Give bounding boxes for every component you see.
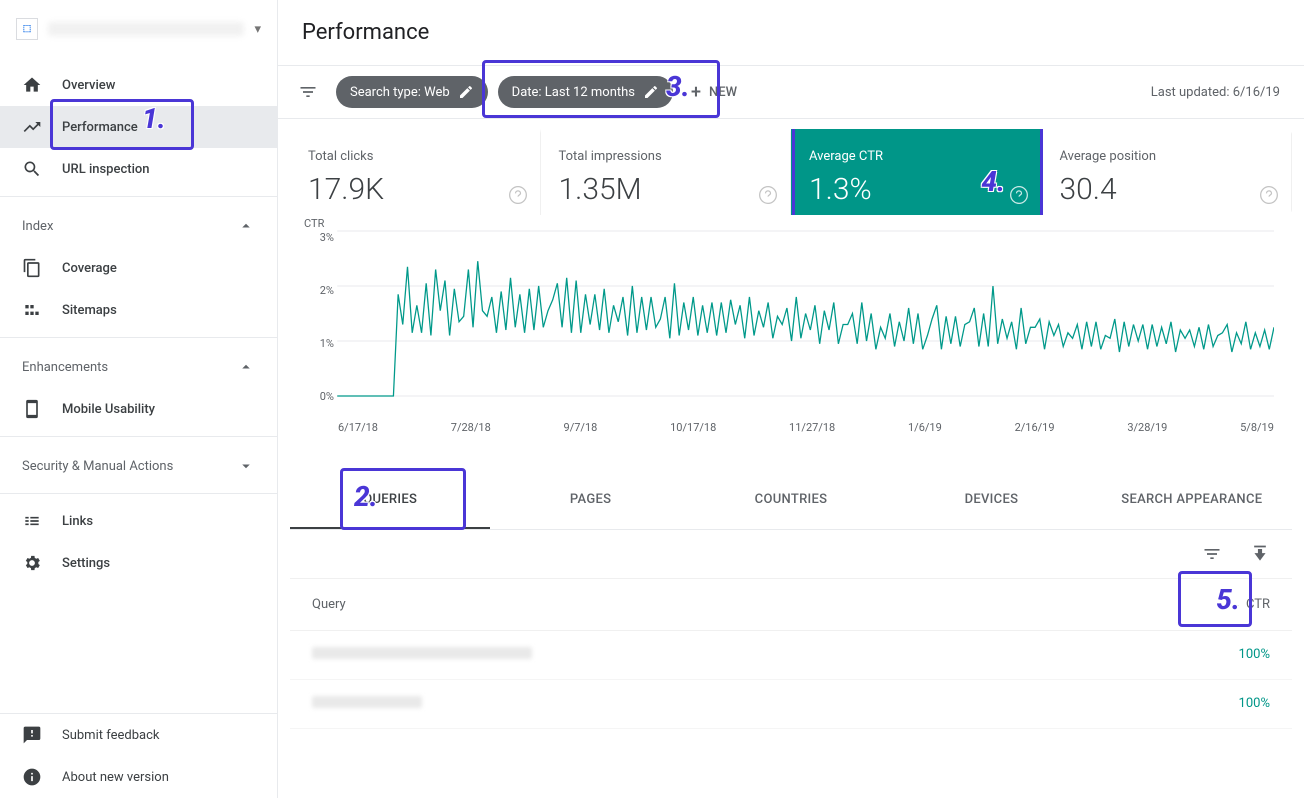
home-icon <box>22 75 42 95</box>
sidebar-item-feedback[interactable]: Submit feedback <box>0 714 277 756</box>
sidebar-item-label: URL inspection <box>62 162 150 177</box>
property-name-blurred <box>48 22 244 36</box>
tab-pages[interactable]: PAGES <box>490 472 690 529</box>
sidebar-item-label: Links <box>62 514 93 529</box>
metric-label: Average position <box>1060 149 1274 164</box>
metric-average-ctr[interactable]: Average CTR 1.3% <box>791 129 1042 215</box>
query-cell <box>312 696 1239 712</box>
feedback-icon <box>22 725 42 745</box>
table-row[interactable]: 100% <box>290 631 1292 680</box>
metric-label: Total impressions <box>559 149 773 164</box>
sidebar-item-links[interactable]: Links <box>0 500 277 542</box>
chip-date-range[interactable]: Date: Last 12 months <box>498 76 673 108</box>
filter-rows-icon[interactable] <box>1198 540 1226 568</box>
sidebar-item-label: Settings <box>62 556 110 571</box>
sidebar-item-label: Sitemaps <box>62 303 117 318</box>
sidebar-item-about[interactable]: About new version <box>0 756 277 798</box>
sidebar-item-settings[interactable]: Settings <box>0 542 277 584</box>
chevron-up-icon <box>237 217 255 235</box>
metric-total-impressions[interactable]: Total impressions 1.35M <box>541 129 792 215</box>
chart-y-axis-title: CTR <box>304 217 324 230</box>
sidebar-item-label: About new version <box>62 770 169 785</box>
metric-total-clicks[interactable]: Total clicks 17.9K <box>290 129 541 215</box>
sidebar-item-url-inspection[interactable]: URL inspection <box>0 148 277 190</box>
edit-icon <box>643 84 659 100</box>
query-cell <box>312 647 1239 663</box>
property-selector[interactable]: ⬚ ▾ <box>0 0 277 58</box>
sidebar-item-label: Performance <box>62 120 138 135</box>
last-updated: Last updated: 6/16/19 <box>1151 85 1292 100</box>
links-icon <box>22 511 42 531</box>
ctr-cell: 100% <box>1239 647 1270 663</box>
metric-value: 1.35M <box>559 172 773 207</box>
sidebar-item-label: Mobile Usability <box>62 402 155 417</box>
sort-desc-icon <box>1228 598 1242 612</box>
help-icon[interactable] <box>508 185 528 205</box>
table-header: Query CTR 5. <box>290 578 1292 631</box>
page-title: Performance <box>278 0 1304 65</box>
download-icon[interactable] <box>1246 540 1274 568</box>
sidebar-group-index[interactable]: Index <box>0 203 277 247</box>
sidebar-item-mobile-usability[interactable]: Mobile Usability <box>0 388 277 430</box>
chip-search-type[interactable]: Search type: Web <box>336 76 488 108</box>
column-query[interactable]: Query <box>312 597 1228 612</box>
phone-icon <box>22 399 42 419</box>
metric-label: Average CTR <box>809 149 1023 164</box>
help-icon[interactable] <box>758 185 778 205</box>
tab-devices[interactable]: DEVICES <box>891 472 1091 529</box>
gear-icon <box>22 553 42 573</box>
sidebar-item-coverage[interactable]: Coverage <box>0 247 277 289</box>
sidebar-item-sitemaps[interactable]: Sitemaps <box>0 289 277 331</box>
info-icon <box>22 767 42 787</box>
sidebar-item-label: Coverage <box>62 261 117 276</box>
add-new-filter[interactable]: + NEW <box>683 82 745 103</box>
plus-icon: + <box>691 82 701 103</box>
chevron-down-icon <box>237 457 255 475</box>
copy-icon <box>22 258 42 278</box>
metric-value: 17.9K <box>308 172 522 207</box>
sidebar-group-security[interactable]: Security & Manual Actions <box>0 443 277 487</box>
tab-countries[interactable]: COUNTRIES <box>691 472 891 529</box>
help-icon[interactable] <box>1259 185 1279 205</box>
chevron-up-icon <box>237 358 255 376</box>
edit-icon <box>458 84 474 100</box>
sidebar-group-enhancements[interactable]: Enhancements <box>0 344 277 388</box>
sidebar-item-overview[interactable]: Overview <box>0 64 277 106</box>
search-icon <box>22 159 42 179</box>
property-logo: ⬚ <box>16 18 38 40</box>
column-ctr[interactable]: CTR <box>1228 597 1270 612</box>
metric-label: Total clicks <box>308 149 522 164</box>
metric-value: 30.4 <box>1060 172 1274 207</box>
tab-queries[interactable]: QUERIES <box>290 472 490 529</box>
metric-average-position[interactable]: Average position 30.4 <box>1042 129 1293 215</box>
sidebar-item-label: Overview <box>62 78 115 93</box>
trend-icon <box>22 117 42 137</box>
sidebar-item-performance[interactable]: Performance <box>0 106 277 148</box>
metric-value: 1.3% <box>809 172 1023 207</box>
tab-search-appearance[interactable]: SEARCH APPEARANCE <box>1092 472 1292 529</box>
sitemap-icon <box>22 300 42 320</box>
sidebar-item-label: Submit feedback <box>62 728 159 743</box>
chevron-down-icon: ▾ <box>254 22 261 37</box>
ctr-chart: CTR 3%2%1%0% <box>290 215 1274 415</box>
help-icon[interactable] <box>1009 185 1029 205</box>
ctr-cell: 100% <box>1239 696 1270 712</box>
table-row[interactable]: 100% <box>290 680 1292 729</box>
filter-icon[interactable] <box>290 74 326 110</box>
